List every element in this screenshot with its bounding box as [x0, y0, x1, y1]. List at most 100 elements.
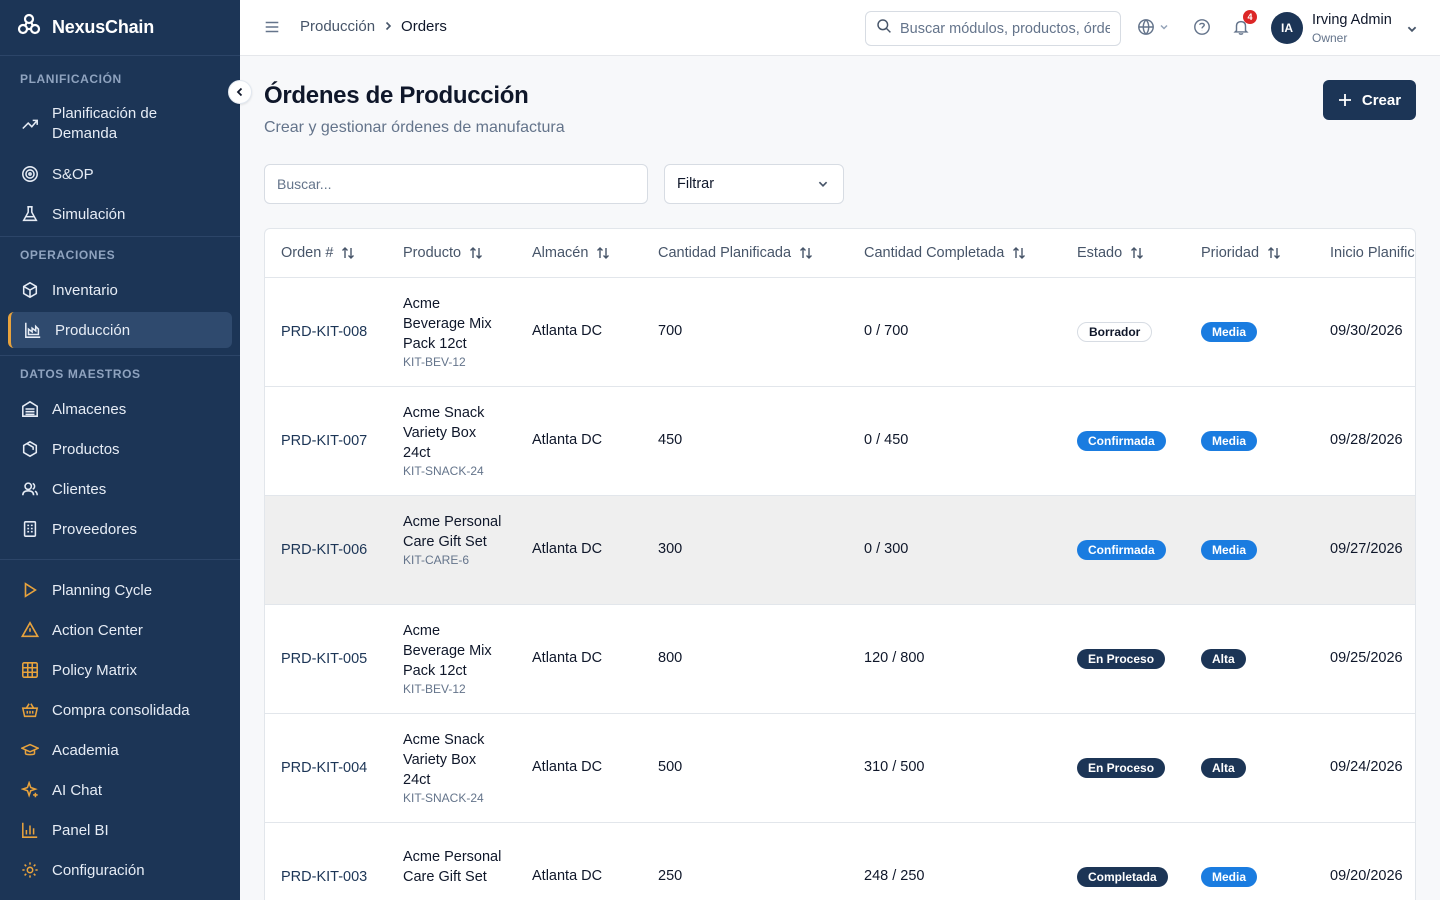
planned-start-cell: 09/20/2026	[1330, 868, 1403, 884]
planned-start-cell: 09/25/2026	[1330, 650, 1403, 666]
sort-icon[interactable]	[1012, 246, 1026, 260]
table-row[interactable]: PRD-KIT-004 Acme Snack Variety Box 24ct KI…	[265, 714, 1415, 823]
sidebar-item-label: Almacenes	[52, 400, 127, 418]
graduation-cap-icon	[20, 740, 40, 760]
column-header[interactable]: Prioridad	[1201, 245, 1281, 261]
priority-badge: Media	[1201, 322, 1258, 342]
create-button-label: Crear	[1361, 91, 1402, 109]
sidebar-item-label: Inventario	[52, 281, 118, 299]
sidebar-item-inventory[interactable]: Inventario	[0, 280, 240, 300]
planned-start-cell: 09/28/2026	[1330, 432, 1403, 448]
status-badge: Borrador	[1077, 322, 1153, 342]
filter-select[interactable]: Filtrar	[664, 164, 844, 204]
sidebar-item-demand-planning[interactable]: Planificación de Demanda	[0, 104, 240, 144]
column-header-label: Almacén	[532, 245, 589, 261]
table-row[interactable]: PRD-KIT-003 Acme Personal Care Gift Set At…	[265, 823, 1415, 900]
product-cell: Acme Snack Variety Box 24ct KIT-SNACK-24	[403, 403, 503, 479]
chevron-down-icon	[1160, 24, 1168, 30]
order-number-link[interactable]: PRD-KIT-008	[281, 322, 381, 342]
column-header[interactable]: Orden #	[281, 245, 355, 261]
user-name[interactable]: Irving Admin	[1312, 12, 1392, 28]
sidebar-item-label: Academia	[52, 741, 119, 759]
avatar[interactable]: IA	[1271, 12, 1303, 44]
column-header[interactable]: Producto	[403, 245, 483, 261]
user-menu-chevron-icon[interactable]	[1406, 23, 1418, 35]
sidebar-item-action-center[interactable]: Action Center	[0, 620, 240, 640]
language-selector[interactable]	[1137, 18, 1169, 36]
breadcrumb-item-production[interactable]: Producción	[300, 18, 375, 35]
target-icon	[20, 164, 40, 184]
sidebar-item-suppliers[interactable]: Proveedores	[0, 519, 240, 539]
global-search[interactable]	[865, 11, 1121, 46]
order-number-link[interactable]: PRD-KIT-004	[281, 758, 381, 778]
sidebar-item-ai-chat[interactable]: AI Chat	[0, 780, 240, 800]
sort-icon[interactable]	[1130, 246, 1144, 260]
warehouse-cell: Atlanta DC	[532, 323, 603, 339]
help-icon[interactable]	[1193, 18, 1211, 36]
column-header[interactable]: Estado	[1077, 245, 1144, 261]
order-number-link[interactable]: PRD-KIT-003	[281, 867, 381, 887]
product-sku: KIT-SNACK-24	[403, 464, 484, 478]
sidebar-item-clients[interactable]: Clientes	[0, 479, 240, 499]
order-number-link[interactable]: PRD-KIT-006	[281, 540, 381, 560]
sidebar-item-policy-matrix[interactable]: Policy Matrix	[0, 660, 240, 680]
sidebar-item-production[interactable]: Producción	[8, 312, 232, 348]
create-button[interactable]: Crear	[1323, 80, 1416, 120]
sort-icon[interactable]	[341, 246, 355, 260]
column-header[interactable]: Cantidad Completada	[864, 245, 1026, 261]
table-row[interactable]: PRD-KIT-008 Acme Beverage Mix Pack 12ct KI…	[265, 278, 1415, 387]
sort-icon[interactable]	[799, 246, 813, 260]
status-badge: En Proceso	[1077, 758, 1166, 778]
topbar: Producción Orders 4 IA Irving Admin Owne…	[240, 0, 1440, 56]
warehouse-icon	[20, 399, 40, 419]
sidebar-collapse-button[interactable]	[228, 80, 252, 104]
column-header[interactable]: Cantidad Planificada	[658, 245, 813, 261]
sidebar-item-products[interactable]: Productos	[0, 439, 240, 459]
sidebar-item-academy[interactable]: Academia	[0, 740, 240, 760]
filter-label: Filtrar	[677, 176, 715, 192]
product-name: Acme Personal Care Gift Set	[403, 849, 502, 885]
sort-icon[interactable]	[1267, 246, 1281, 260]
completed-quantity-cell: 0 / 450	[864, 432, 909, 448]
grid-icon	[20, 660, 40, 680]
planned-quantity-cell: 500	[658, 759, 683, 775]
product-cell: Acme Beverage Mix Pack 12ct KIT-BEV-12	[403, 294, 503, 370]
order-number-link[interactable]: PRD-KIT-007	[281, 431, 381, 451]
warehouse-cell: Atlanta DC	[532, 759, 603, 775]
sidebar-item-label: Compra consolidada	[52, 701, 190, 719]
trend-up-icon	[20, 114, 40, 134]
column-header[interactable]: Almacén	[532, 245, 610, 261]
column-header-label: Cantidad Completada	[864, 245, 1005, 261]
play-icon	[20, 580, 40, 600]
warning-icon	[20, 620, 40, 640]
column-header-label: Prioridad	[1201, 245, 1260, 261]
sidebar-item-planning-cycle[interactable]: Planning Cycle	[0, 580, 240, 600]
table-row[interactable]: PRD-KIT-006 Acme Personal Care Gift Set KI…	[265, 496, 1415, 605]
sort-icon[interactable]	[469, 246, 483, 260]
sort-icon[interactable]	[596, 246, 610, 260]
sidebar-item-consolidated-purchase[interactable]: Compra consolidada	[0, 700, 240, 720]
chevron-left-icon	[236, 87, 243, 97]
planned-quantity-cell: 250	[658, 868, 683, 884]
sidebar-item-bi-panel[interactable]: Panel BI	[0, 820, 240, 840]
sidebar-item-simulation[interactable]: Simulación	[0, 204, 240, 224]
sidebar-item-settings[interactable]: Configuración	[0, 860, 240, 880]
table-row[interactable]: PRD-KIT-005 Acme Beverage Mix Pack 12ct KI…	[265, 605, 1415, 714]
sidebar-item-label: Panel BI	[52, 821, 109, 839]
global-search-input[interactable]	[900, 20, 1110, 37]
menu-icon[interactable]	[263, 18, 281, 36]
column-header-label: Producto	[403, 245, 462, 261]
column-header-label: Orden #	[281, 245, 334, 261]
priority-badge: Media	[1201, 540, 1258, 560]
sidebar-item-sop[interactable]: S&OP	[0, 164, 240, 184]
table-row[interactable]: PRD-KIT-007 Acme Snack Variety Box 24ct KI…	[265, 387, 1415, 496]
product-cell: Acme Personal Care Gift Set	[403, 847, 503, 887]
table-search-input[interactable]	[264, 164, 648, 204]
column-header[interactable]: Inicio Planificado	[1330, 245, 1415, 261]
warehouse-cell: Atlanta DC	[532, 868, 603, 884]
sidebar-item-warehouses[interactable]: Almacenes	[0, 399, 240, 419]
brand[interactable]: NexusChain	[0, 0, 240, 56]
completed-quantity-cell: 248 / 250	[864, 868, 925, 884]
order-number-link[interactable]: PRD-KIT-005	[281, 649, 381, 669]
planned-start-cell: 09/24/2026	[1330, 759, 1403, 775]
